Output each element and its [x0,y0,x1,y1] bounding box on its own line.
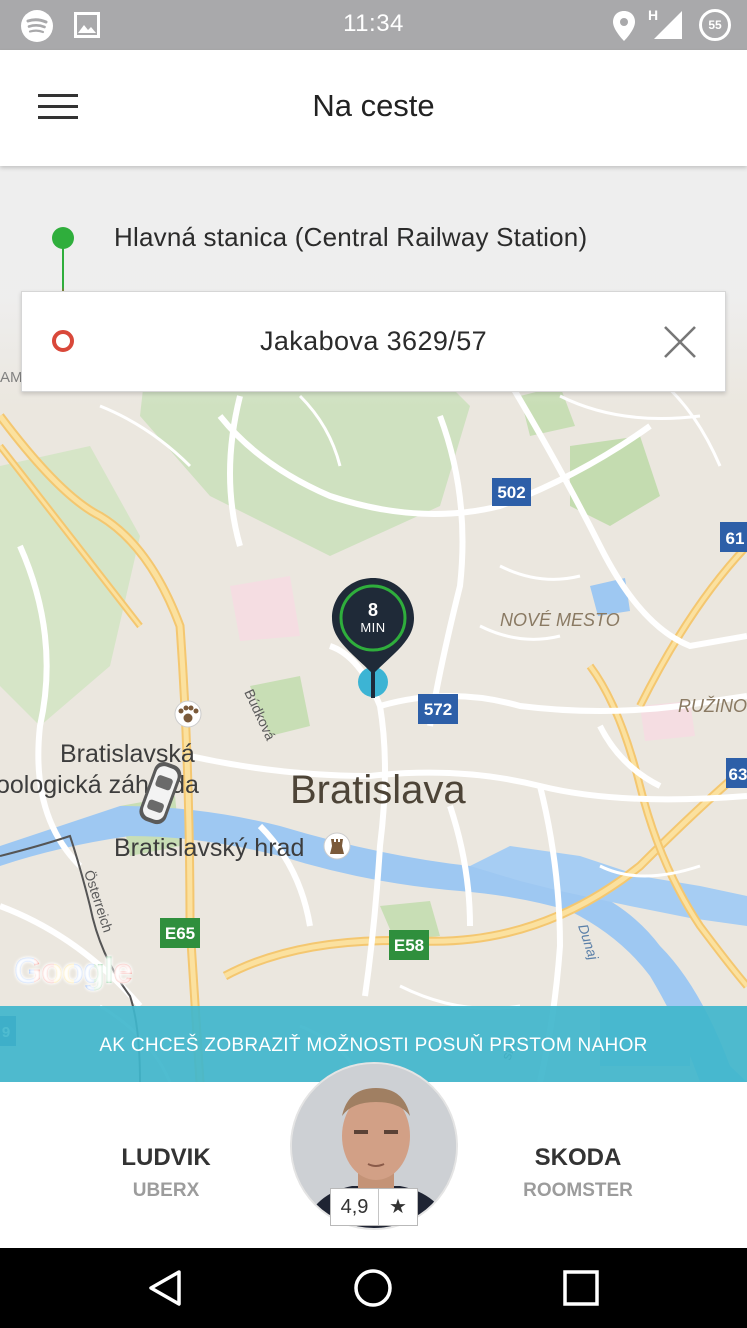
driver-name: LUDVIK [121,1144,211,1171]
car-type: ROOMSTER [523,1180,633,1201]
location-icon [613,11,635,41]
castle-icon[interactable] [323,832,351,860]
battery-level: 55 [708,18,722,32]
service-type: UBERX [132,1180,200,1201]
road-shield-572: 572 [418,694,458,724]
paw-icon[interactable] [174,700,202,728]
svg-text:572: 572 [424,700,452,719]
destination-field[interactable]: Jakabova 3629/57 [21,291,726,392]
google-logo-text: Google [14,950,133,991]
svg-text:502: 502 [497,483,525,502]
rating-value: 4,9 [331,1189,379,1225]
eta-value: 8 [367,600,378,620]
swipe-hint-text: AK CHCEŠ ZOBRAZIŤ MOŽNOSTI POSUŇ PRSTOM … [99,1035,648,1056]
home-icon[interactable] [353,1268,393,1308]
road-shield-61: 61 [720,522,747,552]
eta-unit: MIN [360,620,386,635]
system-nav-bar [0,1248,747,1328]
signal-icon [654,11,682,39]
road-shield-e65: E65 [160,918,200,948]
road-shield-e58: E58 [389,930,429,960]
google-logo: Google [14,950,133,992]
map-label-city: Bratislava [290,768,466,812]
close-icon[interactable] [662,324,698,360]
svg-text:E65: E65 [165,924,195,943]
svg-text:63: 63 [729,765,747,784]
star-icon: ★ [389,1196,407,1218]
recents-icon[interactable] [561,1268,601,1308]
svg-text:61: 61 [726,529,745,548]
destination-text[interactable]: Jakabova 3629/57 [22,326,725,357]
map-label-castle: Bratislavský hrad [114,834,304,862]
eta-pin-icon [332,578,414,674]
back-icon[interactable] [146,1268,186,1308]
driver-rating: 4,9 ★ [330,1188,418,1226]
map-label-nove-mesto: NOVÉ MESTO [500,610,620,630]
map-label-zoo-line1: Bratislavská [60,740,195,768]
road-shield-502: 502 [492,478,531,506]
battery-icon: 55 [699,9,731,41]
eta-pin: 8 MIN [331,576,415,696]
pickup-location[interactable]: Hlavná stanica (Central Railway Station) [114,222,587,253]
car-model: SKODA [534,1144,622,1171]
map-label-ruzinov: RUŽINOV [678,696,747,716]
pickup-dot-icon [52,227,74,249]
page-title: Na ceste [312,88,435,123]
status-bar: 11:34 H 55 [0,0,747,50]
app-bar: Na ceste [0,50,747,166]
road-shield-63: 63 [726,758,747,788]
svg-text:E58: E58 [394,936,424,955]
